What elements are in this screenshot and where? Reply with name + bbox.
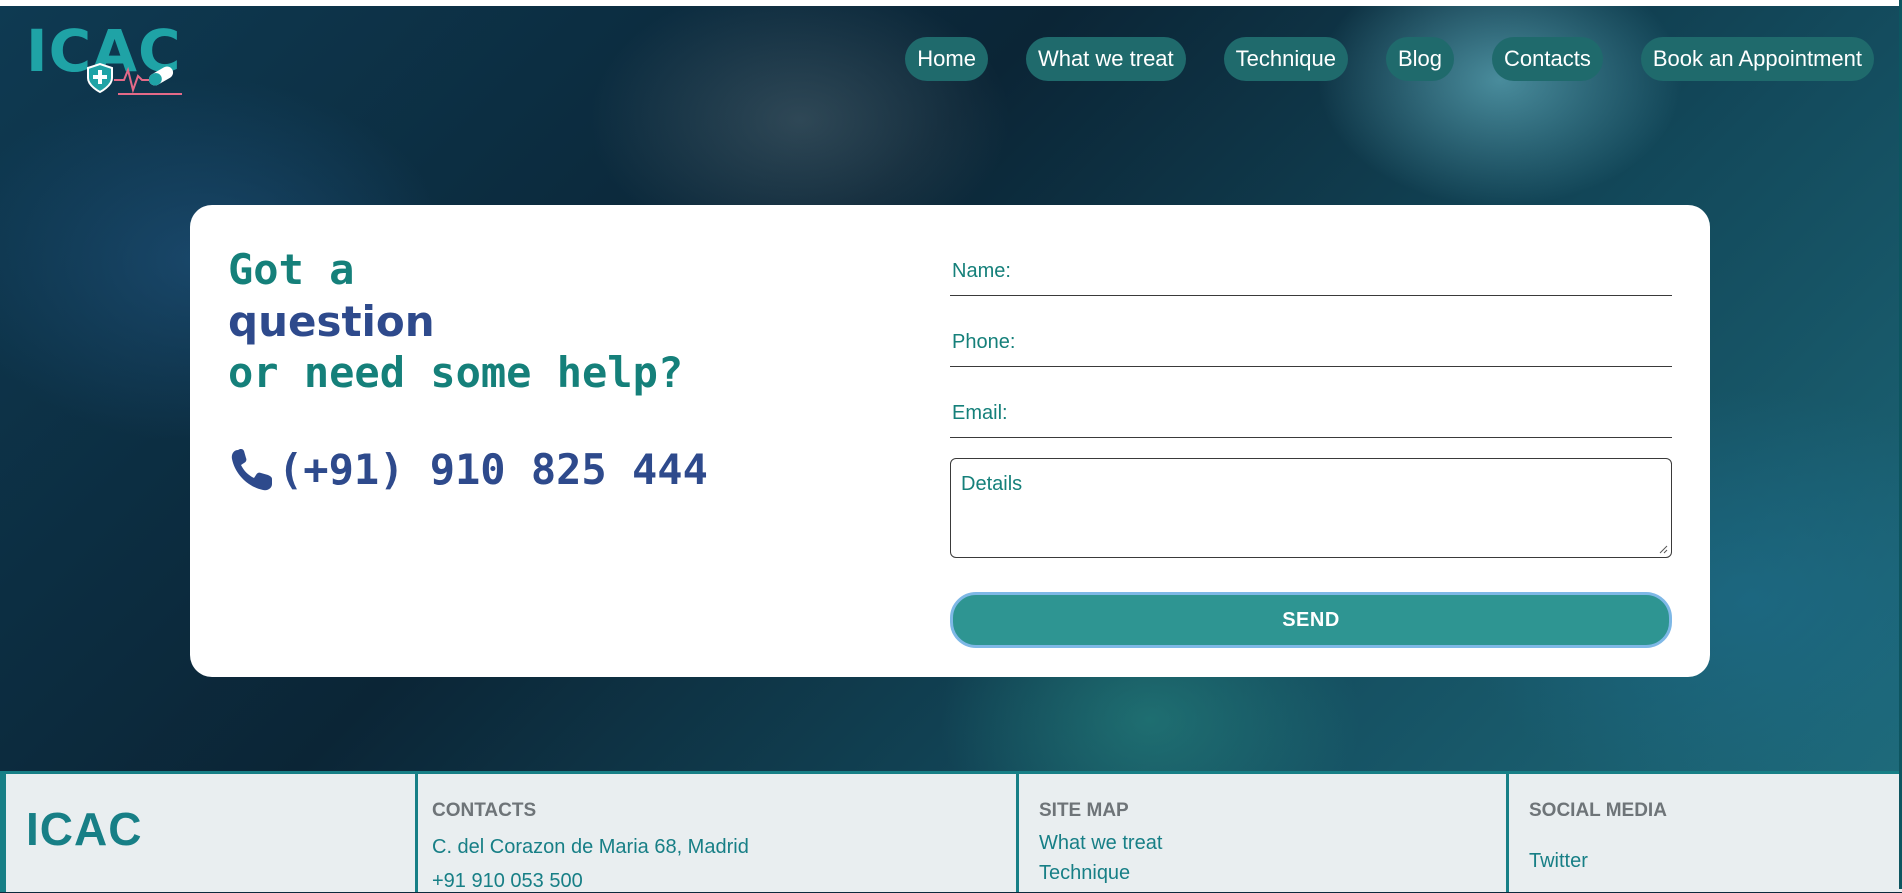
details-textarea[interactable]: Details	[950, 458, 1672, 558]
contact-card: Got a question or need some help? (+91) …	[190, 205, 1710, 677]
contact-form: Name: Phone: Email: Details SEND	[950, 245, 1672, 648]
footer-phone[interactable]: +91 910 053 500	[432, 870, 583, 893]
phone-field[interactable]: Phone:	[950, 316, 1672, 367]
phone-line: (+91) 910 825 444	[228, 445, 708, 494]
resize-grip-icon[interactable]	[1658, 544, 1668, 554]
footer-link-what-we-treat[interactable]: What we treat	[1039, 832, 1162, 855]
site-footer: ICAC CONTACTS C. del Corazon de Maria 68…	[0, 771, 1902, 892]
footer-logo[interactable]: ICAC	[26, 802, 142, 856]
name-placeholder: Name:	[952, 260, 1011, 282]
top-strip	[0, 0, 1902, 6]
nav-technique[interactable]: Technique	[1223, 37, 1348, 81]
name-field[interactable]: Name:	[950, 245, 1672, 296]
nav-contacts[interactable]: Contacts	[1492, 37, 1603, 81]
headline-line-3: or need some help?	[228, 347, 684, 397]
email-field[interactable]: Email:	[950, 387, 1672, 438]
footer-contacts-heading: CONTACTS	[432, 800, 537, 821]
nav-book-appointment[interactable]: Book an Appointment	[1640, 37, 1874, 81]
nav-home[interactable]: Home	[905, 37, 988, 81]
footer-social-heading: SOCIAL MEDIA	[1529, 800, 1667, 821]
details-placeholder: Details	[961, 473, 1023, 495]
phone-number: (+91) 910 825 444	[278, 445, 708, 494]
footer-social-column: SOCIAL MEDIA Twitter	[1509, 774, 1899, 892]
footer-brand-column: ICAC	[0, 774, 418, 892]
email-placeholder: Email:	[952, 402, 1008, 424]
phone-placeholder: Phone:	[952, 331, 1016, 353]
footer-address: C. del Corazon de Maria 68, Madrid	[432, 836, 749, 858]
medical-emblem-icon	[87, 62, 182, 95]
headline-line-2: question	[228, 297, 435, 347]
send-button[interactable]: SEND	[950, 592, 1672, 648]
footer-contacts-column: CONTACTS C. del Corazon de Maria 68, Mad…	[412, 774, 1019, 892]
nav-blog[interactable]: Blog	[1385, 37, 1455, 81]
contact-headline: Got a question or need some help?	[228, 245, 683, 396]
footer-link-technique[interactable]: Technique	[1039, 862, 1130, 885]
site-logo[interactable]: ICAC	[26, 22, 216, 102]
footer-sitemap-heading: SITE MAP	[1039, 800, 1129, 821]
main-nav: Home What we treat Technique Blog Contac…	[905, 37, 1874, 81]
phone-icon	[231, 448, 272, 490]
footer-link-twitter[interactable]: Twitter	[1529, 850, 1588, 873]
headline-line-1: Got a	[228, 245, 355, 294]
footer-sitemap-column: SITE MAP What we treat Technique	[1019, 774, 1509, 892]
nav-what-we-treat[interactable]: What we treat	[1025, 37, 1186, 81]
